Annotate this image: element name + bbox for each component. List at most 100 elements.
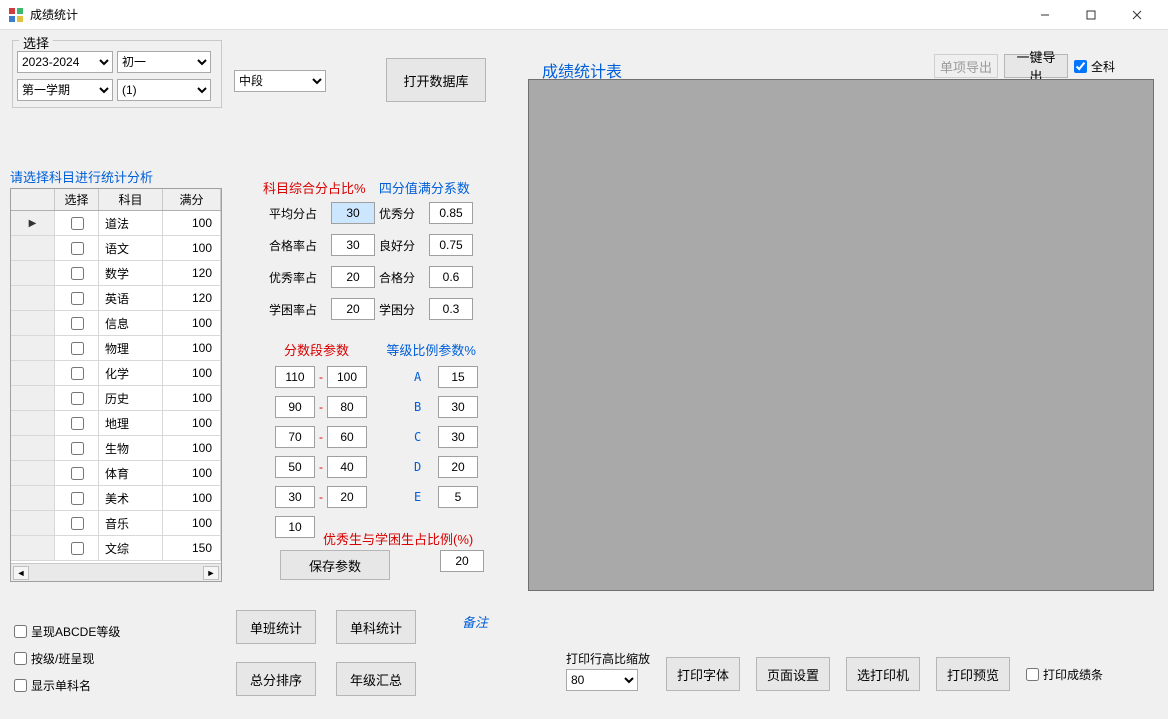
- row-select-cell[interactable]: [55, 211, 99, 235]
- subject-stat-button[interactable]: 单科统计: [336, 610, 416, 644]
- open-database-button[interactable]: 打开数据库: [386, 58, 486, 102]
- grade-ratio-input[interactable]: [438, 486, 478, 508]
- top-struggle-input[interactable]: [440, 550, 484, 572]
- excellent-full-input[interactable]: [429, 202, 473, 224]
- row-select-checkbox[interactable]: [71, 417, 84, 430]
- row-select-checkbox[interactable]: [71, 342, 84, 355]
- total-rank-button[interactable]: 总分排序: [236, 662, 316, 696]
- table-row[interactable]: 语文100: [11, 236, 221, 261]
- row-select-checkbox[interactable]: [71, 292, 84, 305]
- table-row[interactable]: 化学100: [11, 361, 221, 386]
- table-row[interactable]: 生物100: [11, 436, 221, 461]
- row-select-cell[interactable]: [55, 486, 99, 510]
- segment-high-input[interactable]: [275, 426, 315, 448]
- export-all-button[interactable]: 一键导出: [1004, 54, 1068, 78]
- struggle-rate-input[interactable]: [331, 298, 375, 320]
- by-class-checkbox[interactable]: 按级/班呈现: [14, 650, 120, 667]
- print-font-button[interactable]: 打印字体: [666, 657, 740, 691]
- segment-low-input[interactable]: [327, 486, 367, 508]
- table-row[interactable]: 美术100: [11, 486, 221, 511]
- row-select-checkbox[interactable]: [71, 267, 84, 280]
- stage-select[interactable]: 中段: [234, 70, 326, 92]
- print-preview-button[interactable]: 打印预览: [936, 657, 1010, 691]
- grade-summary-button[interactable]: 年级汇总: [336, 662, 416, 696]
- row-select-checkbox[interactable]: [71, 492, 84, 505]
- class-select[interactable]: (1): [117, 79, 211, 101]
- segment-high-input[interactable]: [275, 396, 315, 418]
- row-select-cell[interactable]: [55, 536, 99, 560]
- row-select-cell[interactable]: [55, 361, 99, 385]
- good-full-input[interactable]: [429, 234, 473, 256]
- minimize-button[interactable]: [1022, 0, 1068, 30]
- row-select-cell[interactable]: [55, 411, 99, 435]
- table-row[interactable]: 地理100: [11, 411, 221, 436]
- table-row[interactable]: 体育100: [11, 461, 221, 486]
- show-single-subject-checkbox[interactable]: 显示单科名: [14, 677, 120, 694]
- year-select[interactable]: 2023-2024: [17, 51, 113, 73]
- row-select-cell[interactable]: [55, 236, 99, 260]
- table-row[interactable]: 物理100: [11, 336, 221, 361]
- row-select-checkbox[interactable]: [71, 392, 84, 405]
- scroll-right-icon[interactable]: ►: [203, 566, 219, 580]
- grid-horizontal-scrollbar[interactable]: ◄ ►: [11, 563, 221, 581]
- grade-ratio-input[interactable]: [438, 426, 478, 448]
- print-slip-checkbox[interactable]: 打印成绩条: [1026, 666, 1103, 683]
- row-select-checkbox[interactable]: [71, 467, 84, 480]
- note-link[interactable]: 备注: [462, 612, 488, 631]
- scroll-left-icon[interactable]: ◄: [13, 566, 29, 580]
- row-select-cell[interactable]: [55, 261, 99, 285]
- row-select-checkbox[interactable]: [71, 442, 84, 455]
- table-row[interactable]: 信息100: [11, 311, 221, 336]
- select-printer-button[interactable]: 选打印机: [846, 657, 920, 691]
- row-select-cell[interactable]: [55, 286, 99, 310]
- row-select-cell[interactable]: [55, 436, 99, 460]
- table-row[interactable]: 历史100: [11, 386, 221, 411]
- row-select-cell[interactable]: [55, 386, 99, 410]
- grid-col-fullscore[interactable]: 满分: [163, 189, 221, 210]
- grid-col-select[interactable]: 选择: [55, 189, 99, 210]
- segment-low-input[interactable]: [327, 396, 367, 418]
- segment-low-input[interactable]: [327, 366, 367, 388]
- save-params-button[interactable]: 保存参数: [280, 550, 390, 580]
- row-select-checkbox[interactable]: [71, 242, 84, 255]
- grade-ratio-input[interactable]: [438, 366, 478, 388]
- pass-rate-input[interactable]: [331, 234, 375, 256]
- avg-ratio-input[interactable]: [331, 202, 375, 224]
- subject-grid[interactable]: 选择 科目 满分 ▶道法100语文100数学120英语120信息100物理100…: [10, 188, 222, 582]
- all-subjects-checkbox[interactable]: 全科: [1074, 58, 1115, 75]
- excellent-rate-input[interactable]: [331, 266, 375, 288]
- pass-full-input[interactable]: [429, 266, 473, 288]
- table-row[interactable]: 数学120: [11, 261, 221, 286]
- segment-high-input[interactable]: [275, 516, 315, 538]
- grade-ratio-input[interactable]: [438, 456, 478, 478]
- row-select-checkbox[interactable]: [71, 217, 84, 230]
- grid-col-subject[interactable]: 科目: [99, 189, 163, 210]
- row-select-cell[interactable]: [55, 511, 99, 535]
- struggle-full-input[interactable]: [429, 298, 473, 320]
- page-setup-button[interactable]: 页面设置: [756, 657, 830, 691]
- segment-high-input[interactable]: [275, 366, 315, 388]
- row-select-checkbox[interactable]: [71, 542, 84, 555]
- row-height-select[interactable]: 80: [566, 669, 638, 691]
- table-row[interactable]: 文综150: [11, 536, 221, 561]
- term-select[interactable]: 第一学期: [17, 79, 113, 101]
- segment-low-input[interactable]: [327, 426, 367, 448]
- show-abcde-checkbox[interactable]: 呈现ABCDE等级: [14, 623, 120, 640]
- class-stat-button[interactable]: 单班统计: [236, 610, 316, 644]
- maximize-button[interactable]: [1068, 0, 1114, 30]
- table-row[interactable]: ▶道法100: [11, 211, 221, 236]
- row-select-cell[interactable]: [55, 311, 99, 335]
- row-select-checkbox[interactable]: [71, 517, 84, 530]
- table-row[interactable]: 英语120: [11, 286, 221, 311]
- row-select-cell[interactable]: [55, 461, 99, 485]
- grade-ratio-input[interactable]: [438, 396, 478, 418]
- table-row[interactable]: 音乐100: [11, 511, 221, 536]
- segment-low-input[interactable]: [327, 456, 367, 478]
- grade-select[interactable]: 初一: [117, 51, 211, 73]
- row-select-cell[interactable]: [55, 336, 99, 360]
- segment-high-input[interactable]: [275, 456, 315, 478]
- close-button[interactable]: [1114, 0, 1160, 30]
- segment-high-input[interactable]: [275, 486, 315, 508]
- row-select-checkbox[interactable]: [71, 367, 84, 380]
- row-select-checkbox[interactable]: [71, 317, 84, 330]
